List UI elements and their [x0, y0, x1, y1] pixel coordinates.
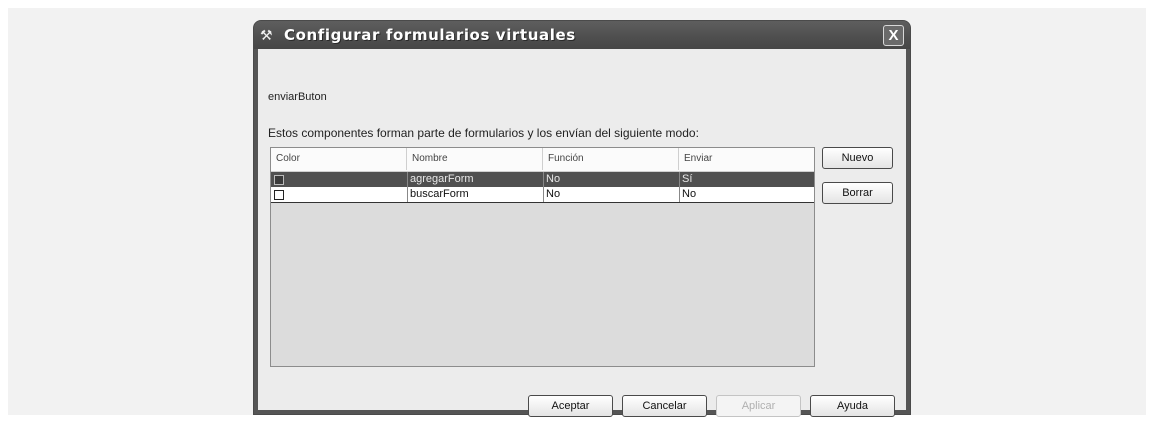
aceptar-button[interactable]: Aceptar — [528, 395, 613, 417]
color-swatch-icon — [274, 175, 284, 185]
cancelar-button[interactable]: Cancelar — [622, 395, 707, 417]
funcion-cell[interactable]: No — [543, 172, 679, 187]
close-icon: X — [888, 27, 899, 44]
enviar-cell[interactable]: No — [679, 187, 814, 202]
borrar-button[interactable]: Borrar — [822, 182, 893, 204]
table-row[interactable]: agregarForm No Sí — [271, 172, 814, 187]
ayuda-button[interactable]: Ayuda — [810, 395, 895, 417]
color-swatch-icon — [274, 190, 284, 200]
component-name: enviarButon — [268, 91, 327, 103]
column-header-nombre[interactable]: Nombre — [407, 148, 543, 170]
description-text: Estos componentes forman parte de formul… — [268, 126, 699, 140]
name-cell[interactable]: agregarForm — [407, 172, 543, 187]
column-header-enviar[interactable]: Enviar — [679, 148, 814, 170]
dialog-title: Configurar formularios virtuales — [284, 26, 576, 44]
table-header: Color Nombre Función Enviar — [271, 148, 814, 172]
color-cell[interactable] — [271, 172, 407, 187]
name-cell[interactable]: buscarForm — [407, 187, 543, 202]
tools-icon: ⚒ — [260, 27, 273, 43]
column-header-color[interactable]: Color — [271, 148, 407, 170]
virtual-forms-dialog: ⚒ Configurar formularios virtuales X env… — [254, 21, 910, 417]
funcion-cell[interactable]: No — [543, 187, 679, 202]
color-cell[interactable] — [271, 187, 407, 202]
column-header-funcion[interactable]: Función — [543, 148, 679, 170]
title-bar[interactable]: ⚒ Configurar formularios virtuales X — [254, 21, 910, 49]
close-button[interactable]: X — [883, 25, 904, 46]
dialog-body: enviarButon Estos componentes forman par… — [258, 49, 906, 417]
enviar-cell[interactable]: Sí — [679, 172, 814, 187]
nuevo-button[interactable]: Nuevo — [822, 147, 893, 169]
table-row[interactable]: buscarForm No No — [271, 187, 814, 203]
aplicar-button: Aplicar — [716, 395, 801, 417]
virtual-forms-table[interactable]: Color Nombre Función Enviar agregarForm … — [270, 147, 815, 367]
